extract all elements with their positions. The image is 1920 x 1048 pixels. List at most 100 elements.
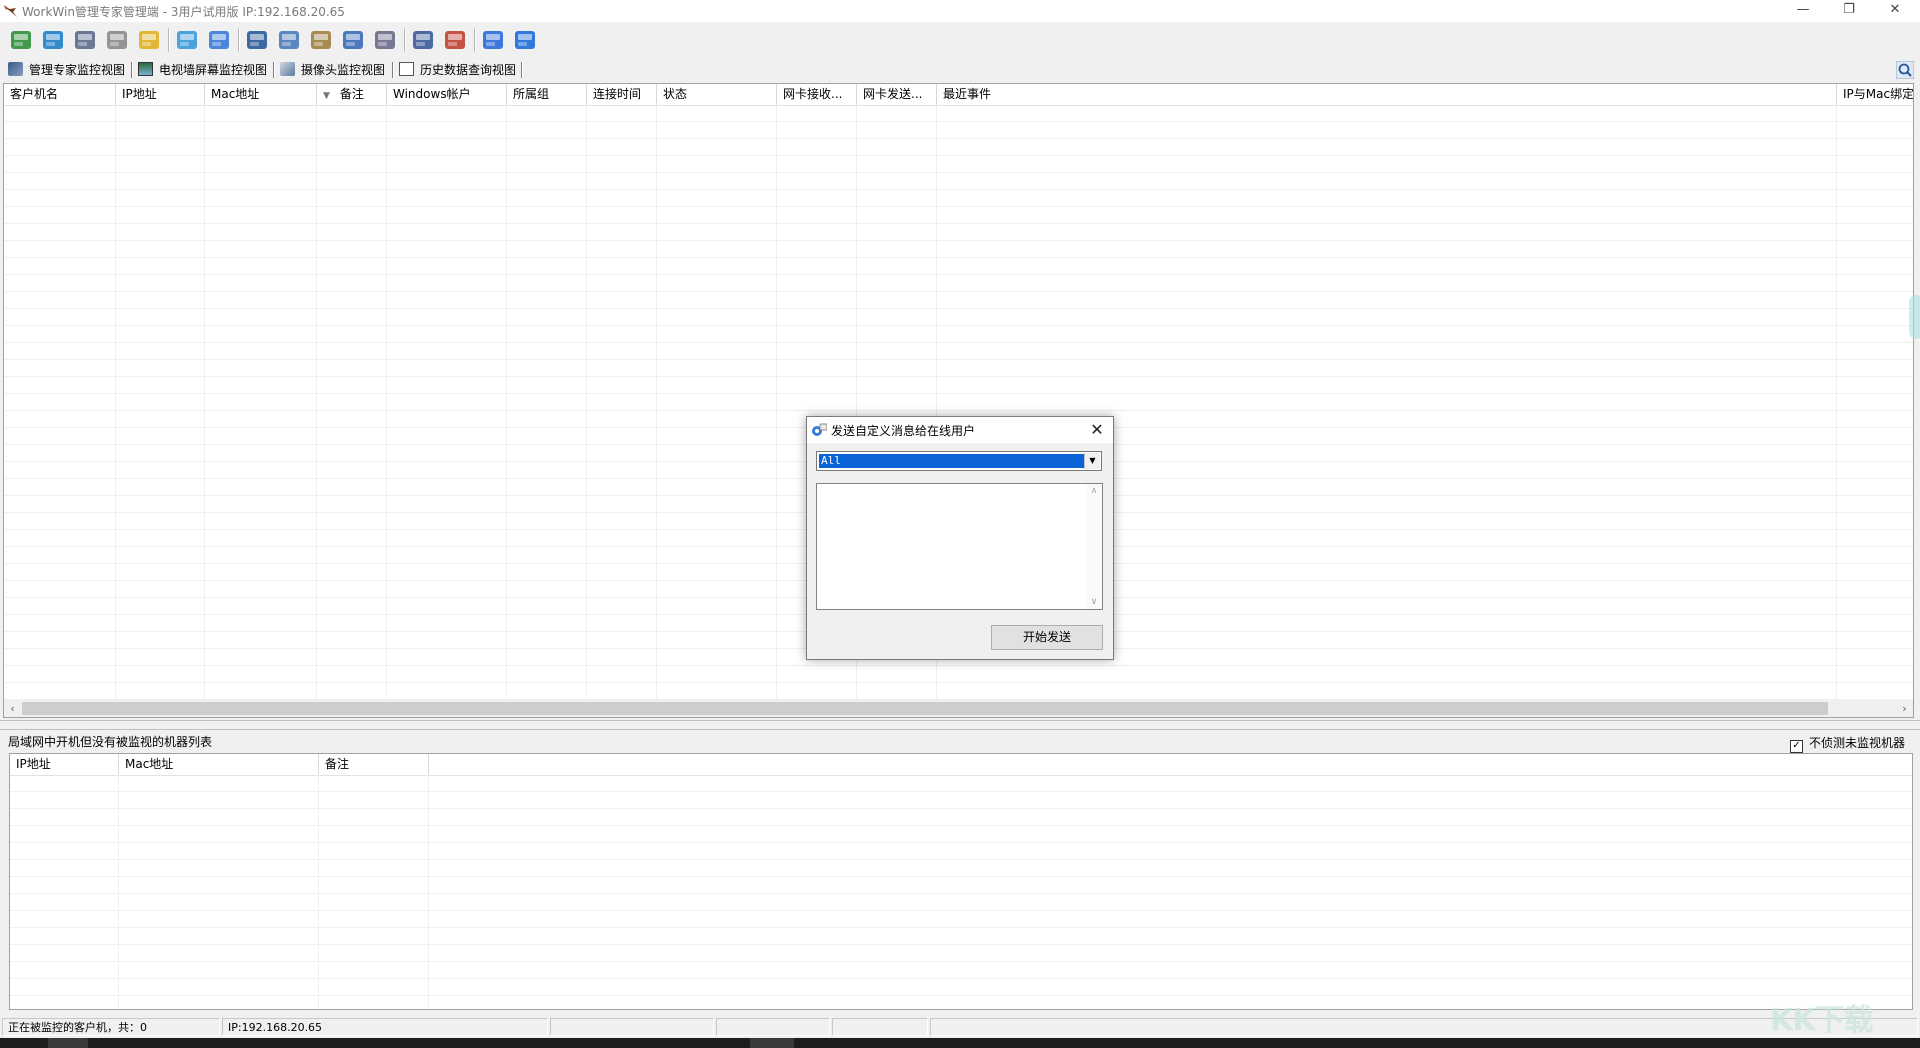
tab-separator xyxy=(273,62,275,78)
column-header-connect-time[interactable]: 连接时间 xyxy=(587,84,657,105)
toolbar-separator xyxy=(404,28,406,52)
chevron-down-icon[interactable]: ▼ xyxy=(1084,453,1100,469)
globe-icon[interactable] xyxy=(40,27,66,53)
scroll-right-icon[interactable]: › xyxy=(1896,700,1913,717)
taskbar-item[interactable] xyxy=(48,1038,88,1048)
status-ip: IP:192.168.20.65 xyxy=(222,1018,548,1036)
network-icon[interactable] xyxy=(276,27,302,53)
unmonitored-machines-table[interactable]: IP地址 Mac地址 备注 xyxy=(9,753,1913,1010)
table-rows xyxy=(10,775,1912,1009)
dialog-close-button[interactable]: ✕ xyxy=(1085,419,1109,441)
mail-icon[interactable] xyxy=(104,27,130,53)
sort-down-icon: ▼ xyxy=(323,86,330,105)
title-bar: WorkWin管理专家管理端 - 3用户试用版 IP:192.168.20.65… xyxy=(0,0,1920,22)
app-eagle-icon xyxy=(2,3,18,19)
grid-line xyxy=(656,105,657,700)
status-panel xyxy=(550,1018,714,1036)
computer-icon[interactable] xyxy=(244,27,270,53)
table-header: 客户机名 IP地址 Mac地址 ▼ 备注 Windows帐户 所属组 连接时间 状… xyxy=(4,84,1913,106)
watermark-logo: KK下载 xyxy=(1770,995,1873,1039)
column-header-ip-mac-binding[interactable]: IP与Mac绑定 xyxy=(1837,84,1914,105)
send-button[interactable]: 开始发送 xyxy=(991,625,1103,650)
tab-label: 管理专家监控视图 xyxy=(29,63,125,77)
dialog-title: 发送自定义消息给在线用户 xyxy=(831,422,975,439)
window-title: WorkWin管理专家管理端 - 3用户试用版 IP:192.168.20.65 xyxy=(22,3,345,20)
camera-icon xyxy=(280,62,295,76)
column-header-nic-receive[interactable]: 网卡接收... xyxy=(777,84,857,105)
scrollbar-thumb[interactable] xyxy=(22,702,1828,715)
tab-separator xyxy=(521,62,523,78)
dialog-title-bar[interactable]: 发送自定义消息给在线用户 ✕ xyxy=(807,417,1113,443)
taskbar xyxy=(0,1038,1920,1048)
scroll-up-icon[interactable]: ∧ xyxy=(1086,486,1102,496)
history-icon xyxy=(399,62,414,76)
users-icon[interactable] xyxy=(136,27,162,53)
message-scrollbar[interactable]: ∧ ∨ xyxy=(1086,484,1102,609)
tab-tv-wall-view[interactable]: 电视墙屏幕监控视图 xyxy=(138,61,267,79)
search-doc-icon[interactable] xyxy=(308,27,334,53)
tv-wall-icon xyxy=(138,62,153,76)
status-bar: 正在被监控的客户机，共：0 IP:192.168.20.65 xyxy=(0,1016,1920,1038)
tab-separator xyxy=(131,62,133,78)
panel-splitter[interactable] xyxy=(0,720,1920,730)
grid-line xyxy=(115,105,116,700)
column-header-ip[interactable]: IP地址 xyxy=(10,754,119,775)
column-header-remark-label: 备注 xyxy=(340,87,364,101)
grid-line xyxy=(386,105,387,700)
minimize-button[interactable]: — xyxy=(1780,0,1826,22)
send-message-dialog: 发送自定义消息给在线用户 ✕ All ▼ ∧ ∨ 开始发送 xyxy=(806,416,1114,660)
status-panel xyxy=(832,1018,928,1036)
grid-line xyxy=(428,775,429,1009)
column-header-mac[interactable]: Mac地址 xyxy=(119,754,319,775)
tab-camera-view[interactable]: 摄像头监控视图 xyxy=(280,61,385,79)
column-header-recent-event[interactable]: 最近事件 xyxy=(937,84,1837,105)
no-detect-label: 不侦测未监视机器 xyxy=(1809,736,1905,750)
book-icon[interactable] xyxy=(410,27,436,53)
column-header-client-name[interactable]: 客户机名 xyxy=(4,84,116,105)
restore-button[interactable]: ❐ xyxy=(1826,0,1872,22)
checkbox-checked-icon[interactable]: ✓ xyxy=(1790,740,1803,753)
search-icon[interactable] xyxy=(1896,61,1914,79)
grid-line xyxy=(776,105,777,700)
scroll-left-icon[interactable]: ‹ xyxy=(4,700,21,717)
scroll-down-icon[interactable]: ∨ xyxy=(1086,597,1102,607)
tab-separator xyxy=(392,62,394,78)
calendar-icon[interactable] xyxy=(480,27,506,53)
grid-line xyxy=(204,105,205,700)
column-header-ip[interactable]: IP地址 xyxy=(116,84,205,105)
send-message-icon xyxy=(811,423,827,437)
monitor-settings-icon[interactable] xyxy=(72,27,98,53)
horizontal-scrollbar[interactable]: ‹ › xyxy=(4,700,1913,717)
tab-history-view[interactable]: 历史数据查询视图 xyxy=(399,61,516,79)
tab-label: 历史数据查询视图 xyxy=(420,63,516,77)
toolbar xyxy=(0,22,1920,58)
close-button[interactable]: ✕ xyxy=(1872,0,1918,22)
status-panel xyxy=(716,1018,830,1036)
column-header-remark[interactable]: ▼ 备注 xyxy=(317,84,387,105)
view-tabs: 管理专家监控视图 电视墙屏幕监控视图 摄像头监控视图 历史数据查询视图 xyxy=(0,58,1920,82)
recipient-select[interactable]: All ▼ xyxy=(816,451,1102,471)
status-monitored-count: 正在被监控的客户机，共：0 xyxy=(2,1018,220,1036)
column-header-status[interactable]: 状态 xyxy=(657,84,777,105)
tab-label: 电视墙屏幕监控视图 xyxy=(159,63,267,77)
chart-icon[interactable] xyxy=(174,27,200,53)
report-icon[interactable] xyxy=(442,27,468,53)
tab-label: 摄像头监控视图 xyxy=(301,63,385,77)
column-header-windows-account[interactable]: Windows帐户 xyxy=(387,84,507,105)
message-input[interactable] xyxy=(816,483,1103,610)
tab-expert-monitor-view[interactable]: 管理专家监控视图 xyxy=(8,61,125,79)
column-header-group[interactable]: 所属组 xyxy=(507,84,587,105)
column-header-nic-send[interactable]: 网卡发送... xyxy=(857,84,937,105)
usb-icon[interactable] xyxy=(206,27,232,53)
toolbar-separator xyxy=(168,28,170,52)
disc-icon[interactable] xyxy=(372,27,398,53)
copy-icon[interactable] xyxy=(340,27,366,53)
help-icon[interactable] xyxy=(512,27,538,53)
recipient-selected-value: All xyxy=(819,454,1085,468)
stack-icon[interactable] xyxy=(8,27,34,53)
no-detect-checkbox[interactable]: ✓ 不侦测未监视机器 xyxy=(1790,734,1905,753)
toolbar-separator xyxy=(474,28,476,52)
column-header-remark[interactable]: 备注 xyxy=(319,754,429,775)
column-header-mac[interactable]: Mac地址 xyxy=(205,84,317,105)
taskbar-item[interactable] xyxy=(750,1038,794,1048)
